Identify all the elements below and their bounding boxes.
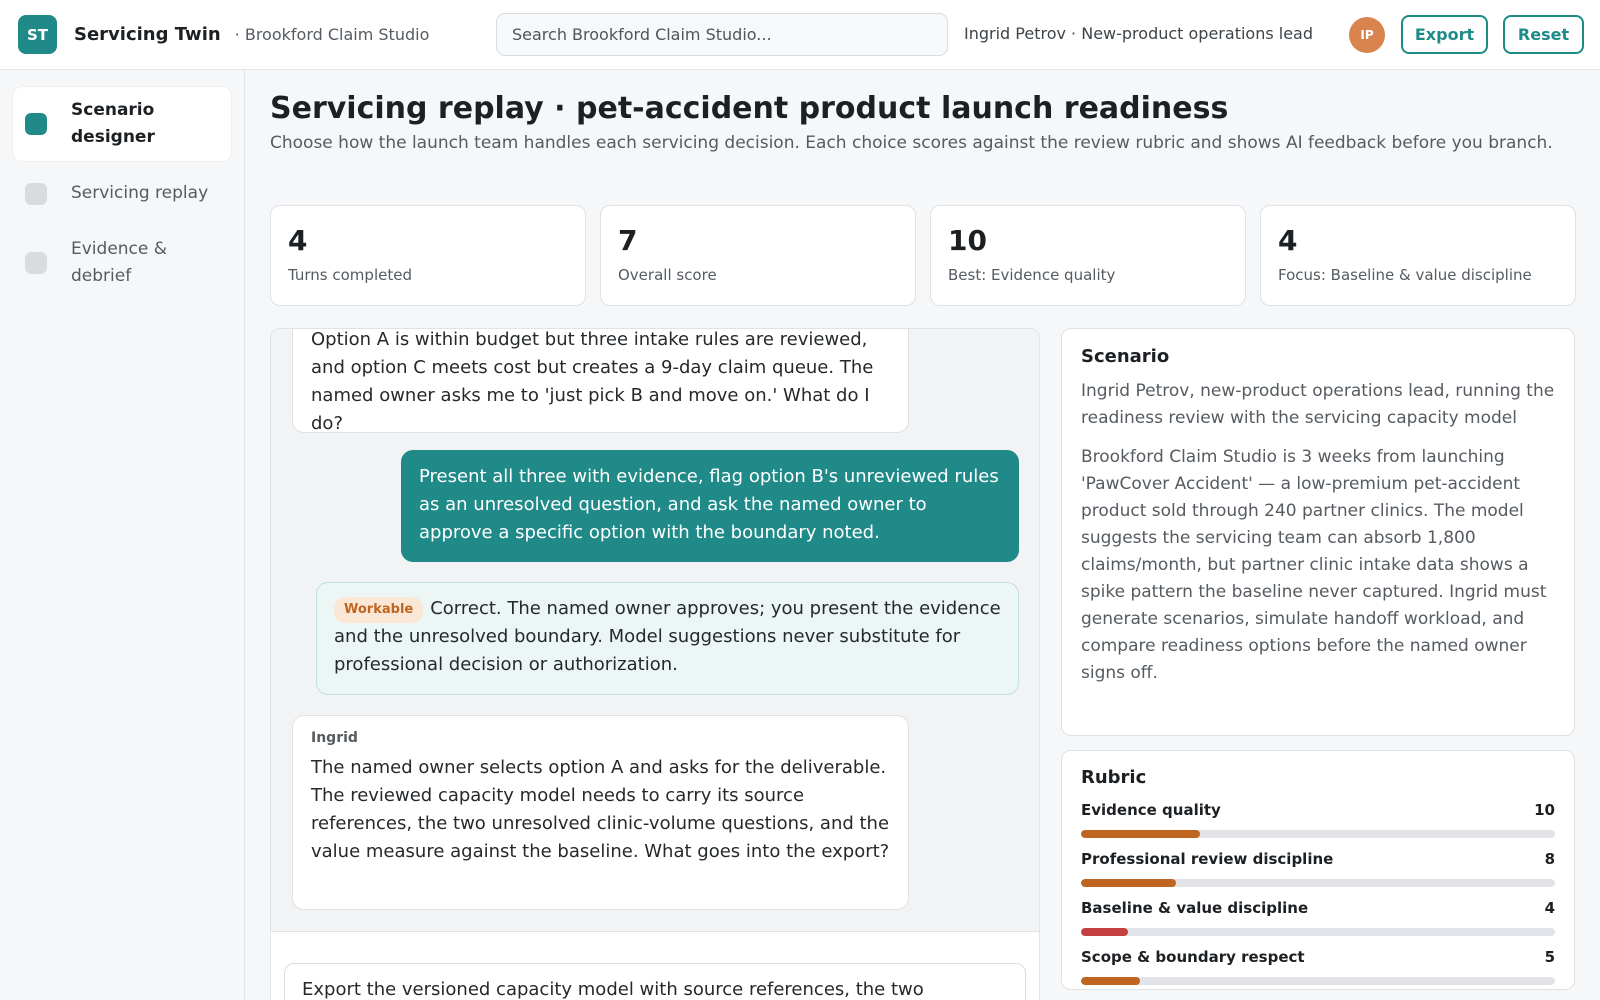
- stat-value: 10: [948, 224, 987, 257]
- rubric-label: Baseline & value discipline: [1081, 899, 1309, 917]
- ai-feedback-message: Workable Correct. The named owner approve…: [316, 582, 1019, 695]
- speaker-name: Ingrid: [311, 730, 358, 746]
- search-box[interactable]: [496, 13, 948, 56]
- scenario-persona: Ingrid Petrov, new-product operations le…: [1081, 381, 1555, 428]
- app-name: Servicing Twin: [74, 24, 221, 45]
- message-text: Present all three with evidence, flag op…: [419, 466, 999, 543]
- rubric-label: Scope & boundary respect: [1081, 948, 1305, 966]
- message-text: Option A is within budget but three inta…: [311, 329, 874, 434]
- ingrid-message: Option A is within budget but three inta…: [292, 329, 909, 434]
- stat-card-focus: 4 Focus: Baseline & value discipline: [1260, 205, 1576, 306]
- rubric-bar: [1081, 879, 1555, 887]
- app-logo: ST: [18, 15, 57, 54]
- rubric-bar-fill: [1081, 830, 1200, 838]
- ingrid-message: Ingrid The named owner selects option A …: [292, 715, 909, 910]
- reset-button[interactable]: Reset: [1503, 15, 1584, 54]
- stat-value: 4: [1278, 224, 1298, 257]
- sidebar-item-label: Scenario designer: [71, 100, 155, 147]
- top-bar: ST Servicing Twin · Brookford Claim Stud…: [0, 0, 1600, 70]
- rubric-bar: [1081, 977, 1555, 985]
- message-text: The named owner selects option A and ask…: [311, 757, 890, 862]
- stat-card-turns: 4 Turns completed: [270, 205, 586, 306]
- sidebar: Scenario designer Servicing replay Evide…: [0, 70, 245, 1000]
- scenario-description: Brookford Claim Studio is 3 weeks from l…: [1081, 447, 1547, 683]
- user-choice-message: Present all three with evidence, flag op…: [401, 450, 1019, 562]
- rubric-bar: [1081, 928, 1555, 936]
- scenario-title: Scenario: [1081, 346, 1170, 367]
- sidebar-item-scenario-designer[interactable]: Scenario designer: [13, 87, 231, 161]
- rubric-row-baseline-value: Baseline & value discipline 4: [1081, 897, 1555, 936]
- feedback-text: Correct. The named owner approves; you p…: [334, 598, 1001, 675]
- search-input[interactable]: [512, 25, 932, 44]
- nav-status-icon: [25, 252, 47, 274]
- sidebar-item-evidence-debrief[interactable]: Evidence & debrief: [13, 226, 231, 300]
- stat-label: Turns completed: [288, 266, 412, 284]
- rubric-label: Professional review discipline: [1081, 850, 1334, 868]
- conversation-panel[interactable]: Option A is within budget but three inta…: [270, 328, 1040, 1000]
- stat-label: Focus: Baseline & value discipline: [1278, 266, 1532, 284]
- rubric-bar-fill: [1081, 977, 1141, 985]
- stat-value: 4: [288, 224, 308, 257]
- rubric-row-scope-boundary: Scope & boundary respect 5: [1081, 946, 1555, 985]
- export-button[interactable]: Export: [1401, 15, 1488, 54]
- rubric-row-evidence-quality: Evidence quality 10: [1081, 799, 1555, 838]
- feedback-badge: Workable: [334, 597, 424, 623]
- stat-card-best: 10 Best: Evidence quality: [930, 205, 1246, 306]
- rubric-panel: Rubric Evidence quality 10 Professional …: [1061, 750, 1575, 990]
- scenario-panel: Scenario Ingrid Petrov, new-product oper…: [1061, 328, 1575, 736]
- rubric-score: 5: [1544, 948, 1555, 966]
- rubric-label: Evidence quality: [1081, 801, 1221, 819]
- stat-value: 7: [618, 224, 638, 257]
- user-name-role: Ingrid Petrov · New-product operations l…: [964, 24, 1314, 43]
- stat-label: Best: Evidence quality: [948, 266, 1116, 284]
- sidebar-item-servicing-replay[interactable]: Servicing replay: [13, 170, 231, 217]
- rubric-title: Rubric: [1081, 767, 1147, 788]
- rubric-bar-fill: [1081, 879, 1176, 887]
- rubric-bar: [1081, 830, 1555, 838]
- sidebar-item-label: Servicing replay: [71, 183, 209, 203]
- page-title: Servicing replay · pet-accident product …: [270, 91, 1229, 126]
- avatar[interactable]: IP: [1349, 17, 1385, 53]
- rubric-bar-fill: [1081, 928, 1129, 936]
- workspace-name: · Brookford Claim Studio: [234, 25, 430, 44]
- response-input[interactable]: [284, 963, 1026, 1000]
- stats-row: 4 Turns completed 7 Overall score 10 Bes…: [270, 205, 1576, 306]
- rubric-score: 10: [1534, 801, 1555, 819]
- nav-status-icon: [25, 182, 47, 205]
- page-subtitle: Choose how the launch team handles each …: [270, 133, 1553, 153]
- sidebar-item-label: Evidence & debrief: [71, 239, 168, 286]
- stat-card-overall-score: 7 Overall score: [600, 205, 916, 306]
- composer-area: [271, 931, 1039, 1000]
- rubric-score: 4: [1544, 899, 1555, 917]
- nav-status-icon: [25, 113, 47, 135]
- rubric-row-professional-review: Professional review discipline 8: [1081, 848, 1555, 887]
- rubric-score: 8: [1544, 850, 1555, 868]
- stat-label: Overall score: [618, 266, 717, 284]
